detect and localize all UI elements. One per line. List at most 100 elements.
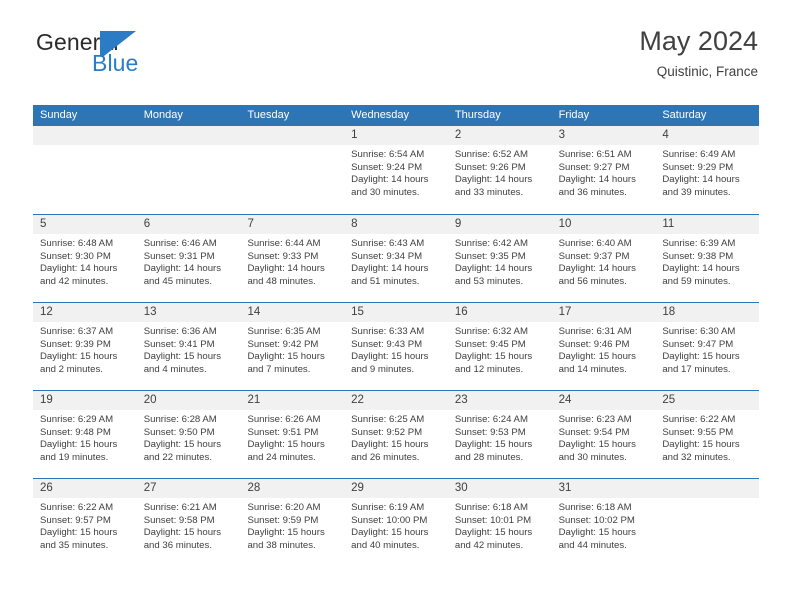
calendar-day-cell[interactable]: 1 Sunrise: 6:54 AM Sunset: 9:24 PM Daylight…	[344, 126, 448, 214]
calendar-day-cell[interactable]: 19 Sunrise: 6:29 AM Sunset: 9:48 PM Dayligh…	[33, 391, 137, 478]
calendar-day-cell[interactable]: 6 Sunrise: 6:46 AM Sunset: 9:31 PM Daylight…	[136, 215, 241, 302]
calendar-day-cell[interactable]: 28 Sunrise: 6:20 AM Sunset: 9:59 PM Dayligh…	[240, 479, 345, 566]
sunset-text: Sunset: 9:24 PM	[351, 161, 423, 173]
day-number: 21	[247, 394, 261, 406]
calendar-day-cell[interactable]: 14 Sunrise: 6:35 AM Sunset: 9:42 PM Dayligh…	[240, 303, 345, 390]
day-number-band: 7	[240, 215, 345, 234]
weekday-header-wednesday: Wednesday	[351, 109, 410, 121]
day-number-band: 22	[344, 391, 448, 410]
day-number: 31	[558, 482, 572, 494]
weekday-header-tuesday: Tuesday	[247, 109, 290, 121]
sunset-text: Sunset: 9:35 PM	[454, 250, 526, 262]
weekday-header-saturday: Saturday	[662, 109, 707, 121]
day-number-band: 8	[344, 215, 448, 234]
sunrise-text: Sunrise: 6:21 AM	[143, 502, 217, 513]
calendar-day-cell[interactable]: 7 Sunrise: 6:44 AM Sunset: 9:33 PM Daylight…	[240, 215, 345, 302]
sunrise-text: Sunrise: 6:23 AM	[558, 414, 632, 425]
day-number: 10	[558, 218, 572, 230]
daylight-text-line1: Daylight: 15 hours	[454, 527, 533, 539]
calendar-day-cell[interactable]: 12 Sunrise: 6:37 AM Sunset: 9:39 PM Dayligh…	[33, 303, 137, 390]
sunset-text: Sunset: 9:47 PM	[662, 338, 734, 350]
day-number: 25	[662, 394, 676, 406]
daylight-text-line2: and 33 minutes.	[454, 186, 524, 198]
calendar-day-cell[interactable]: 24 Sunrise: 6:23 AM Sunset: 9:54 PM Dayligh…	[551, 391, 656, 478]
daylight-text-line2: and 26 minutes.	[351, 451, 420, 463]
day-details: Sunrise: 6:19 AM Sunset: 10:00 PM Daylight…	[344, 498, 448, 552]
daylight-text-line1: Daylight: 15 hours	[662, 351, 740, 363]
calendar-day-cell[interactable]: 11 Sunrise: 6:39 AM Sunset: 9:38 PM Dayligh…	[655, 215, 760, 302]
day-details: Sunrise: 6:21 AM Sunset: 9:58 PM Daylight:…	[137, 498, 241, 552]
page-header: General Blue May 2024 Quistinic, France	[34, 26, 758, 96]
day-number: 22	[351, 394, 364, 406]
sunrise-text: Sunrise: 6:31 AM	[558, 326, 632, 337]
calendar-day-cell[interactable]: 17 Sunrise: 6:31 AM Sunset: 9:46 PM Dayligh…	[551, 303, 656, 390]
day-details: Sunrise: 6:46 AM Sunset: 9:31 PM Daylight:…	[137, 234, 241, 288]
calendar-day-cell[interactable]: 18 Sunrise: 6:30 AM Sunset: 9:47 PM Dayligh…	[655, 303, 760, 390]
calendar-day-cell[interactable]: 30 Sunrise: 6:18 AM Sunset: 10:01 PM Daylig…	[447, 479, 552, 566]
calendar-day-cell[interactable]: 27 Sunrise: 6:21 AM Sunset: 9:58 PM Dayligh…	[136, 479, 241, 566]
sunrise-text: Sunrise: 6:19 AM	[351, 502, 425, 513]
day-number-band: 13	[136, 303, 241, 322]
sunrise-text: Sunrise: 6:42 AM	[454, 238, 528, 249]
sunset-text: Sunset: 10:02 PM	[558, 514, 635, 526]
daylight-text-line2: and 19 minutes.	[40, 451, 109, 463]
day-number: 16	[454, 306, 468, 318]
day-number-band: 11	[655, 215, 760, 234]
daylight-text-line1: Daylight: 15 hours	[351, 527, 429, 539]
sunset-text: Sunset: 9:38 PM	[662, 250, 734, 262]
sunset-text: Sunset: 9:29 PM	[662, 161, 734, 173]
calendar-day-cell[interactable]: 5 Sunrise: 6:48 AM Sunset: 9:30 PM Daylight…	[33, 215, 137, 302]
calendar-day-cell[interactable]: 10 Sunrise: 6:40 AM Sunset: 9:37 PM Dayligh…	[551, 215, 656, 302]
sunrise-text: Sunrise: 6:22 AM	[40, 502, 114, 513]
calendar-day-cell[interactable]: 9 Sunrise: 6:42 AM Sunset: 9:35 PM Daylight…	[447, 215, 552, 302]
sunset-text: Sunset: 9:51 PM	[247, 426, 319, 438]
sunrise-text: Sunrise: 6:43 AM	[351, 238, 425, 249]
sunrise-text: Sunrise: 6:37 AM	[40, 326, 114, 337]
calendar-day-cell[interactable]: 4 Sunrise: 6:49 AM Sunset: 9:29 PM Daylight…	[655, 126, 760, 214]
calendar-day-cell[interactable]: 13 Sunrise: 6:36 AM Sunset: 9:41 PM Dayligh…	[136, 303, 241, 390]
daylight-text-line2: and 7 minutes.	[247, 363, 311, 375]
daylight-text-line1: Daylight: 14 hours	[662, 263, 740, 275]
calendar-day-cell[interactable]: 3 Sunrise: 6:51 AM Sunset: 9:27 PM Daylight…	[551, 126, 656, 214]
daylight-text-line1: Daylight: 15 hours	[40, 527, 118, 539]
calendar-day-cell[interactable]: 21 Sunrise: 6:26 AM Sunset: 9:51 PM Dayligh…	[240, 391, 345, 478]
sunrise-text: Sunrise: 6:48 AM	[40, 238, 114, 249]
day-details: Sunrise: 6:25 AM Sunset: 9:52 PM Daylight:…	[344, 410, 448, 464]
day-number-band: 18	[655, 303, 760, 322]
daylight-text-line1: Daylight: 15 hours	[662, 439, 740, 451]
weekday-header-monday: Monday	[143, 109, 183, 121]
calendar-day-cell[interactable]: 8 Sunrise: 6:43 AM Sunset: 9:34 PM Daylight…	[344, 215, 448, 302]
calendar-day-cell[interactable]: 15 Sunrise: 6:33 AM Sunset: 9:43 PM Dayligh…	[344, 303, 448, 390]
day-details: Sunrise: 6:22 AM Sunset: 9:57 PM Daylight:…	[33, 498, 137, 552]
day-details: Sunrise: 6:23 AM Sunset: 9:54 PM Daylight:…	[552, 410, 656, 464]
sunset-text: Sunset: 9:42 PM	[247, 338, 319, 350]
calendar-day-cell[interactable]: 29 Sunrise: 6:19 AM Sunset: 10:00 PM Daylig…	[344, 479, 448, 566]
daylight-text-line2: and 35 minutes.	[40, 539, 109, 551]
calendar-week-row: 5 Sunrise: 6:48 AM Sunset: 9:30 PM Daylight…	[33, 214, 760, 302]
day-number-band: 19	[33, 391, 137, 410]
calendar-day-cell[interactable]: 20 Sunrise: 6:28 AM Sunset: 9:50 PM Dayligh…	[136, 391, 241, 478]
calendar-day-cell[interactable]: 25 Sunrise: 6:22 AM Sunset: 9:55 PM Dayligh…	[655, 391, 760, 478]
calendar-page: General Blue May 2024 Quistinic, France …	[0, 0, 792, 612]
daylight-text-line1: Daylight: 15 hours	[247, 527, 325, 539]
daylight-text-line1: Daylight: 14 hours	[558, 263, 636, 275]
brand-logo[interactable]: General Blue	[34, 28, 254, 90]
calendar-day-cell[interactable]: 2 Sunrise: 6:52 AM Sunset: 9:26 PM Daylight…	[447, 126, 552, 214]
sunrise-text: Sunrise: 6:22 AM	[662, 414, 736, 425]
daylight-text-line2: and 44 minutes.	[558, 539, 627, 551]
day-details: Sunrise: 6:40 AM Sunset: 9:37 PM Daylight:…	[552, 234, 656, 288]
calendar-day-cell[interactable]: 26 Sunrise: 6:22 AM Sunset: 9:57 PM Dayligh…	[33, 479, 137, 566]
sunset-text: Sunset: 9:34 PM	[351, 250, 423, 262]
day-number-band: 28	[240, 479, 345, 498]
calendar-day-cell[interactable]: 31 Sunrise: 6:18 AM Sunset: 10:02 PM Daylig…	[551, 479, 656, 566]
day-number: 11	[662, 218, 675, 230]
sunset-text: Sunset: 9:58 PM	[143, 514, 215, 526]
calendar-day-cell[interactable]: 16 Sunrise: 6:32 AM Sunset: 9:45 PM Dayligh…	[447, 303, 552, 390]
daylight-text-line1: Daylight: 14 hours	[351, 263, 429, 275]
sunrise-text: Sunrise: 6:26 AM	[247, 414, 321, 425]
calendar-day-cell[interactable]: 22 Sunrise: 6:25 AM Sunset: 9:52 PM Dayligh…	[344, 391, 448, 478]
day-number-band: 26	[33, 479, 137, 498]
day-number: 28	[247, 482, 261, 494]
calendar-day-cell[interactable]: 23 Sunrise: 6:24 AM Sunset: 9:53 PM Dayligh…	[447, 391, 552, 478]
day-number: 23	[454, 394, 468, 406]
